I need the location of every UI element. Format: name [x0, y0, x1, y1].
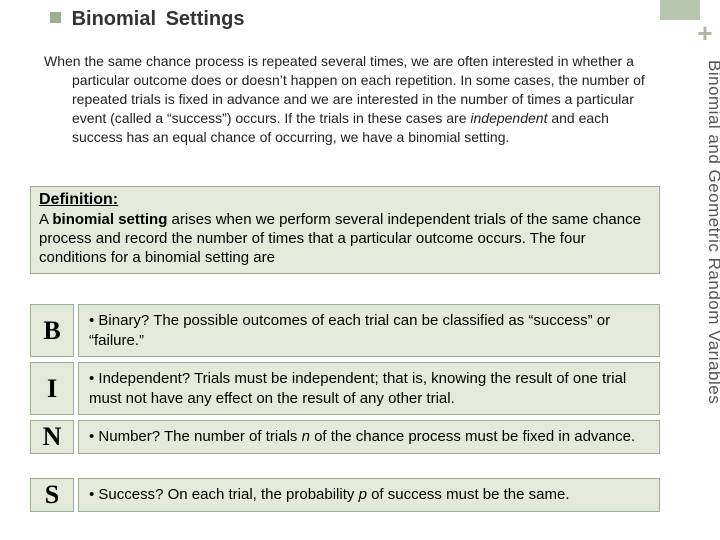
condition-row-n: N • Number? The number of trials n of th… [30, 414, 660, 454]
plus-icon: + [690, 18, 720, 49]
cond-letter-i: I [30, 362, 74, 415]
definition-body: A binomial setting arises when we perfor… [39, 211, 651, 267]
cond-b-body: The possible outcomes of each trial can … [89, 312, 610, 349]
cond-n-prefix: • Number? [89, 428, 164, 445]
title-bullet-icon [50, 12, 61, 23]
intro-text-italic: independent [470, 110, 547, 126]
condition-row-i: I • Independent? Trials must be independ… [30, 356, 660, 415]
cond-text-n: • Number? The number of trials n of the … [78, 420, 660, 454]
def-pre: A [39, 211, 52, 228]
cond-letter-b: B [30, 304, 74, 357]
definition-heading: Definition: [39, 191, 651, 209]
cond-text-i: • Independent? Trials must be independen… [78, 362, 660, 415]
cond-s-pre: On each trial, the probability [168, 486, 359, 503]
cond-s-italic: p [359, 486, 367, 503]
side-label: Binomial and Geometric Random Variables [686, 60, 720, 500]
cond-text-s: • Success? On each trial, the probabilit… [78, 478, 660, 512]
cond-s-prefix: • Success? [89, 486, 168, 503]
cond-n-pre: The number of trials [164, 428, 302, 445]
cond-s-post: of success must be the same. [367, 486, 570, 503]
condition-row-b: B • Binary? The possible outcomes of eac… [30, 298, 660, 357]
def-bold: binomial setting [52, 211, 167, 228]
cond-n-post: of the chance process must be fixed in a… [310, 428, 635, 445]
title-rest: Settings [166, 8, 245, 30]
title-strong: Binomial [72, 8, 156, 30]
definition-box: Definition: A binomial setting arises wh… [30, 186, 660, 274]
cond-letter-s: S [30, 478, 74, 512]
cond-n-italic: n [302, 428, 310, 445]
slide-title: Binomial Settings [50, 8, 244, 31]
cond-text-b: • Binary? The possible outcomes of each … [78, 304, 660, 357]
cond-i-prefix: • Independent? [89, 370, 194, 387]
corner-accent [660, 0, 700, 20]
intro-paragraph: When the same chance process is repeated… [44, 52, 649, 146]
slide: + Binomial and Geometric Random Variable… [0, 0, 720, 540]
cond-b-prefix: • Binary? [89, 312, 153, 329]
condition-row-s: S • Success? On each trial, the probabil… [30, 472, 660, 512]
cond-letter-n: N [30, 420, 74, 454]
